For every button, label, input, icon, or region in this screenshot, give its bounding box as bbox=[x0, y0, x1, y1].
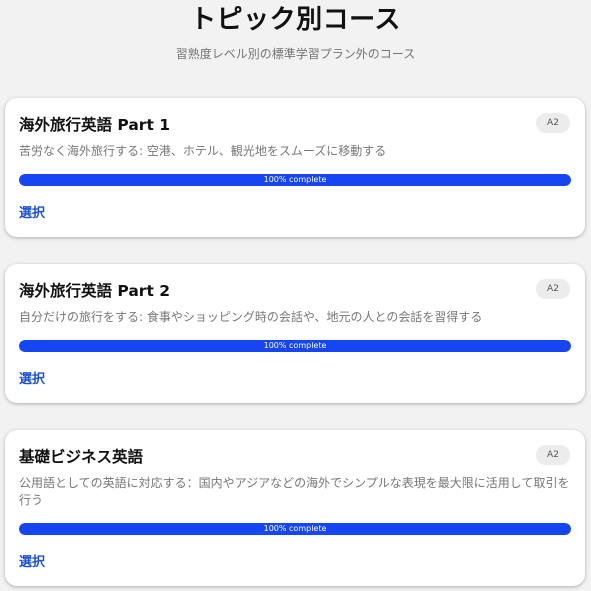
level-badge: A2 bbox=[536, 113, 570, 133]
select-button[interactable]: 選択 bbox=[19, 554, 45, 572]
course-title: 基礎ビジネス英語 bbox=[19, 448, 144, 466]
progress-bar: 100% complete bbox=[19, 523, 571, 535]
progress-label: 100% complete bbox=[263, 341, 327, 350]
select-button[interactable]: 選択 bbox=[19, 371, 45, 389]
course-list: 海外旅行英語 Part 1 A2 苦労なく海外旅行する: 空港、ホテル、観光地を… bbox=[5, 98, 585, 591]
progress-bar: 100% complete bbox=[19, 174, 571, 186]
course-description: 公用語としての英語に対応する：国内やアジアなどの海外でシンプルな表現を最大限に活… bbox=[19, 476, 570, 507]
level-badge: A2 bbox=[536, 279, 570, 299]
page-header: トピック別コース 習熟度レベル別の標準学習プラン外のコース bbox=[0, 0, 591, 62]
course-description: 苦労なく海外旅行する: 空港、ホテル、観光地をスムーズに移動する bbox=[19, 144, 387, 158]
course-description: 自分だけの旅行をする: 食事やショッピング時の会話や、地元の人との会話を習得する bbox=[19, 310, 483, 324]
progress-label: 100% complete bbox=[263, 175, 327, 184]
level-badge: A2 bbox=[536, 445, 570, 465]
course-title: 海外旅行英語 Part 1 bbox=[19, 116, 171, 134]
page-subtitle: 習熟度レベル別の標準学習プラン外のコース bbox=[175, 47, 416, 61]
course-card: 海外旅行英語 Part 2 A2 自分だけの旅行をする: 食事やショッピング時の… bbox=[5, 264, 585, 403]
topic-courses-page: トピック別コース 習熟度レベル別の標準学習プラン外のコース 海外旅行英語 Par… bbox=[0, 0, 591, 591]
page-title: トピック別コース bbox=[190, 5, 401, 35]
progress-bar: 100% complete bbox=[19, 340, 571, 352]
course-title: 海外旅行英語 Part 2 bbox=[19, 282, 171, 300]
progress-label: 100% complete bbox=[263, 524, 327, 533]
select-button[interactable]: 選択 bbox=[19, 205, 45, 223]
course-card: 海外旅行英語 Part 1 A2 苦労なく海外旅行する: 空港、ホテル、観光地を… bbox=[5, 98, 585, 237]
course-card: 基礎ビジネス英語 A2 公用語としての英語に対応する：国内やアジアなどの海外でシ… bbox=[5, 430, 585, 586]
